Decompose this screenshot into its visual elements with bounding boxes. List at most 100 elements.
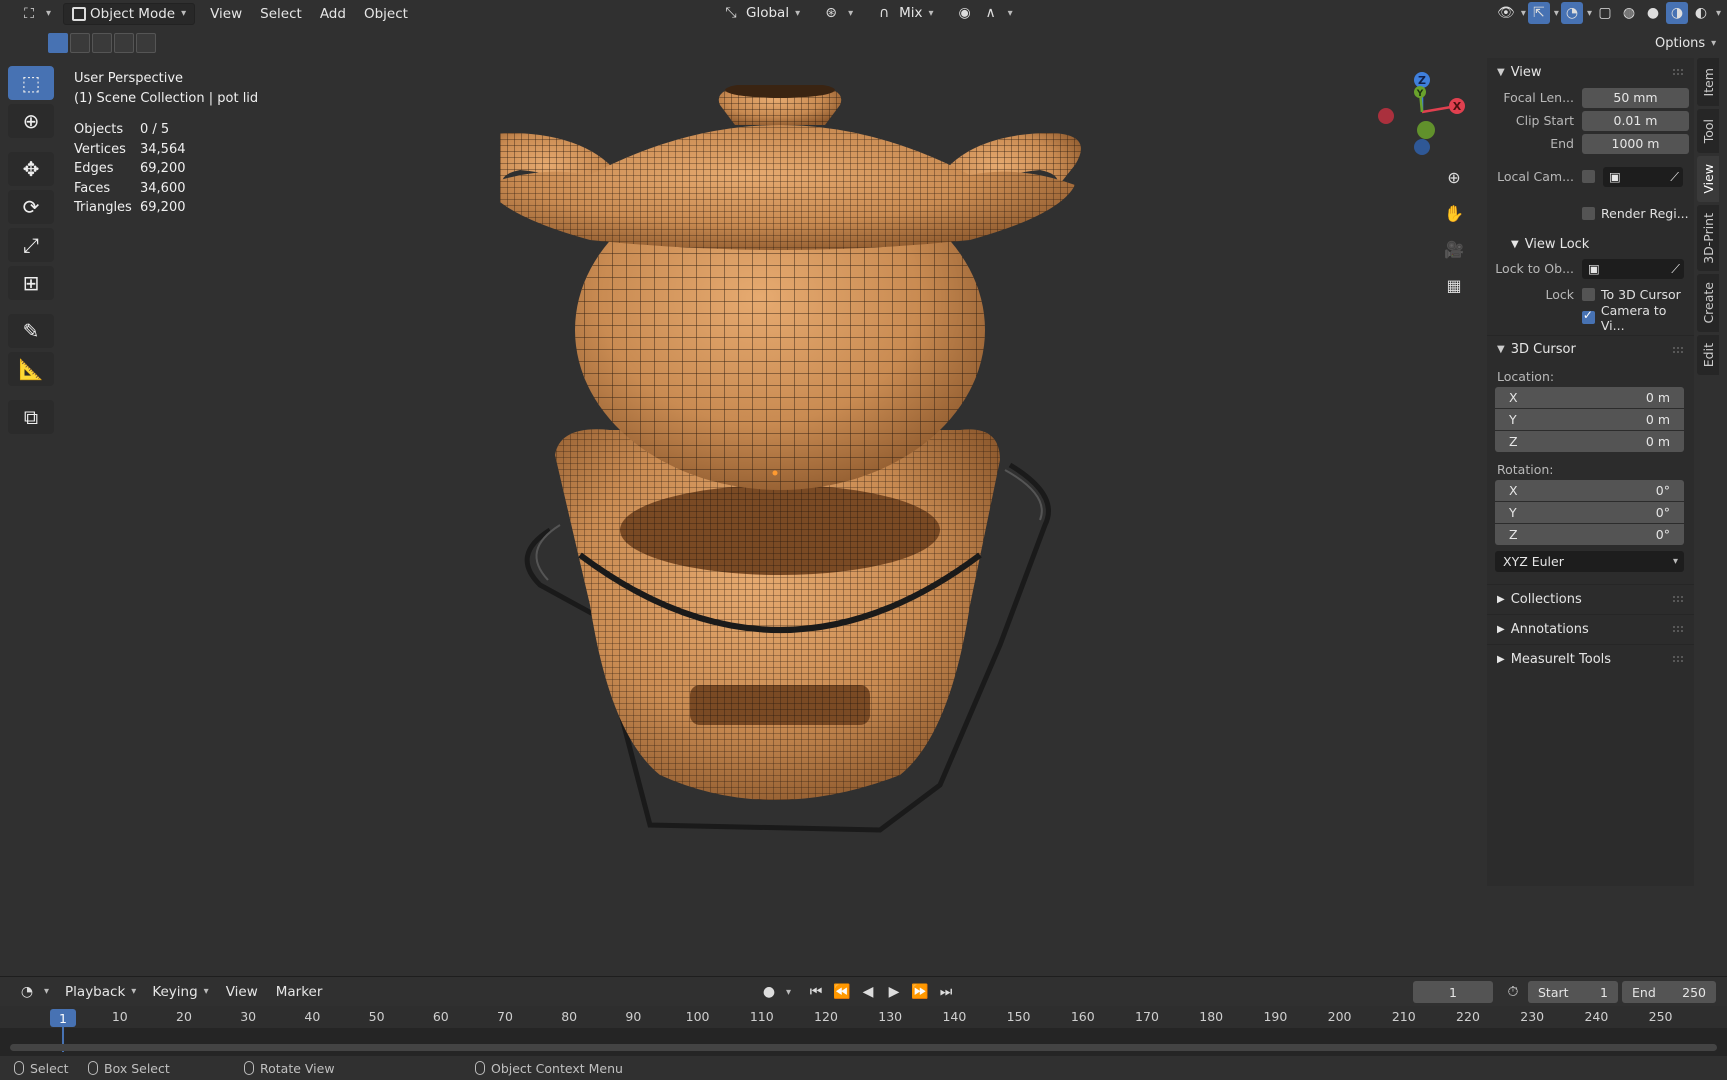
view-lock-header[interactable]: ▼ View Lock <box>1487 231 1694 257</box>
pan-button[interactable]: ✋ <box>1440 199 1468 227</box>
overlay-toggle-icon[interactable]: ◔ <box>1560 2 1583 24</box>
pivot-point-dropdown[interactable]: ⊛ ▾ <box>812 2 861 24</box>
location-z-field[interactable]: Z 0 m <box>1495 431 1684 452</box>
tab-create[interactable]: Create <box>1697 274 1719 332</box>
start-frame-field[interactable]: Start 1 <box>1528 981 1618 1003</box>
next-keyframe-icon[interactable]: ⏩ <box>909 981 931 1003</box>
gizmo-toggle-icon[interactable]: ⇱ <box>1527 2 1550 24</box>
camera-to-view-checkbox[interactable] <box>1581 308 1595 324</box>
timeline-view-menu[interactable]: View <box>217 981 267 1003</box>
lock-cursor-checkbox[interactable] <box>1582 288 1595 301</box>
rotation-y-field[interactable]: Y 0° <box>1495 502 1684 523</box>
frame-ruler[interactable]: 10 20 30 40 50 60 70 80 90 100 110 120 130 140 150 160 1… <box>0 1006 1727 1028</box>
proportional-edit-button[interactable]: ◉ ∧ ▾ <box>946 2 1021 24</box>
end-frame-field[interactable]: End 250 <box>1622 981 1716 1003</box>
jump-start-icon[interactable]: ⏮ <box>805 981 827 1003</box>
tab-3d-print[interactable]: 3D-Print <box>1697 205 1719 271</box>
local-camera-field[interactable]: ▣ ⟋ <box>1603 166 1683 187</box>
render-region-checkbox[interactable] <box>1582 207 1595 220</box>
current-frame-field[interactable]: 1 <box>1413 981 1493 1003</box>
select-intersect-button[interactable] <box>136 33 156 53</box>
playhead-frame-indicator[interactable]: 1 <box>50 1009 76 1027</box>
stat-value: 69,200 <box>140 200 186 215</box>
measure-tool[interactable]: 📐 <box>8 352 54 386</box>
visibility-icon[interactable]: 👁 <box>1495 2 1517 24</box>
menu-add[interactable]: Add <box>311 3 355 25</box>
annotate-tool[interactable]: ✎ <box>8 314 54 348</box>
rotation-z-field[interactable]: Z 0° <box>1495 524 1684 545</box>
timeline-scrollbar[interactable] <box>10 1044 1717 1051</box>
play-icon[interactable]: ▶ <box>883 981 905 1003</box>
camera-view-button[interactable]: 🎥 <box>1440 235 1468 263</box>
marker-menu[interactable]: Marker <box>267 981 332 1003</box>
drag-grip-icon[interactable] <box>1672 68 1684 76</box>
pot-model-wireframe[interactable] <box>500 85 1180 925</box>
timeline-editor-type-button[interactable]: ◔ ▾ <box>8 981 57 1003</box>
prev-keyframe-icon[interactable]: ⏪ <box>831 981 853 1003</box>
eyedropper-icon[interactable]: ⟋ <box>1670 169 1679 185</box>
drag-grip-icon[interactable] <box>1672 655 1684 663</box>
editor-type-button[interactable]: ⛶ ▾ <box>10 3 59 25</box>
measureit-panel-header[interactable]: ▶ MeasureIt Tools <box>1487 644 1694 674</box>
focal-length-field[interactable]: 50 mm <box>1582 87 1689 108</box>
orientation-dropdown[interactable]: ⤡ Global ▾ <box>712 2 808 24</box>
transform-tool[interactable]: ⊞ <box>8 266 54 300</box>
cursor-panel-header[interactable]: ▼ 3D Cursor <box>1487 335 1694 363</box>
rotation-x-field[interactable]: X 0° <box>1495 480 1684 501</box>
drag-grip-icon[interactable] <box>1672 595 1684 603</box>
record-icon[interactable]: ● <box>758 981 780 1003</box>
eyedropper-icon[interactable]: ⟋ <box>1671 261 1680 277</box>
select-extend-button[interactable] <box>70 33 90 53</box>
timeline-area[interactable]: 10 20 30 40 50 60 70 80 90 100 110 120 130 140 150 160 1… <box>0 1006 1727 1056</box>
location-y-field[interactable]: Y 0 m <box>1495 409 1684 430</box>
clip-end-field[interactable]: 1000 m <box>1582 133 1689 154</box>
ortho-toggle-button[interactable]: ▦ <box>1440 271 1468 299</box>
drag-grip-icon[interactable] <box>1672 625 1684 633</box>
tab-tool[interactable]: Tool <box>1697 109 1719 153</box>
neg-x-handle[interactable] <box>1378 108 1394 124</box>
menu-view[interactable]: View <box>201 3 251 25</box>
axis-label: Y <box>1509 412 1517 427</box>
view-panel-header[interactable]: ▼ View <box>1487 58 1694 86</box>
select-box-tool[interactable]: ⬚ <box>8 66 54 100</box>
wireframe-shading-icon[interactable]: ◍ <box>1618 2 1640 24</box>
neg-z-handle[interactable] <box>1414 139 1430 155</box>
neg-y-handle[interactable] <box>1417 121 1435 139</box>
zoom-button[interactable]: ⊕ <box>1440 163 1468 191</box>
collections-panel-header[interactable]: ▶ Collections <box>1487 584 1694 614</box>
clip-start-field[interactable]: 0.01 m <box>1582 110 1689 131</box>
navigation-gizmo[interactable]: Z X Y <box>1372 70 1472 160</box>
play-reverse-icon[interactable]: ◀ <box>857 981 879 1003</box>
add-cube-tool[interactable]: ⧉ <box>8 400 54 434</box>
select-invert-button[interactable] <box>114 33 134 53</box>
rotation-mode-select[interactable]: XYZ Euler ▾ <box>1495 551 1684 572</box>
menu-object[interactable]: Object <box>355 3 417 25</box>
annotations-panel-header[interactable]: ▶ Annotations <box>1487 614 1694 644</box>
solid-shading-icon[interactable]: ● <box>1642 2 1664 24</box>
menu-select[interactable]: Select <box>251 3 311 25</box>
location-x-field[interactable]: X 0 m <box>1495 387 1684 408</box>
lock-object-field[interactable]: ▣ ⟋ <box>1582 258 1684 279</box>
stopwatch-icon[interactable]: ⏱ <box>1502 981 1524 1003</box>
select-subtract-button[interactable] <box>92 33 112 53</box>
local-camera-checkbox[interactable] <box>1582 170 1595 183</box>
drag-grip-icon[interactable] <box>1672 346 1684 354</box>
xray-toggle-icon[interactable]: ▢ <box>1594 2 1616 24</box>
frame-tick-label: 60 <box>432 1009 449 1024</box>
rotate-tool[interactable]: ⟳ <box>8 190 54 224</box>
jump-end-icon[interactable]: ⏭ <box>935 981 957 1003</box>
keying-menu[interactable]: Keying ▾ <box>144 981 216 1003</box>
cursor-tool[interactable]: ⊕ <box>8 104 54 138</box>
tab-view[interactable]: View <box>1697 156 1719 202</box>
material-shading-icon[interactable]: ◑ <box>1665 2 1688 24</box>
tab-edit[interactable]: Edit <box>1697 335 1719 375</box>
playback-menu[interactable]: Playback ▾ <box>57 981 144 1003</box>
scale-tool[interactable]: ⤢ <box>8 228 54 262</box>
options-dropdown[interactable]: Options ▾ <box>1647 32 1724 54</box>
select-new-button[interactable] <box>48 33 68 53</box>
move-tool[interactable]: ✥ <box>8 152 54 186</box>
snap-dropdown[interactable]: ∩ Mix ▾ <box>865 2 941 24</box>
rendered-shading-icon[interactable]: ◐ <box>1690 2 1712 24</box>
mode-dropdown[interactable]: Object Mode ▾ <box>63 2 196 25</box>
tab-item[interactable]: Item <box>1697 58 1719 106</box>
